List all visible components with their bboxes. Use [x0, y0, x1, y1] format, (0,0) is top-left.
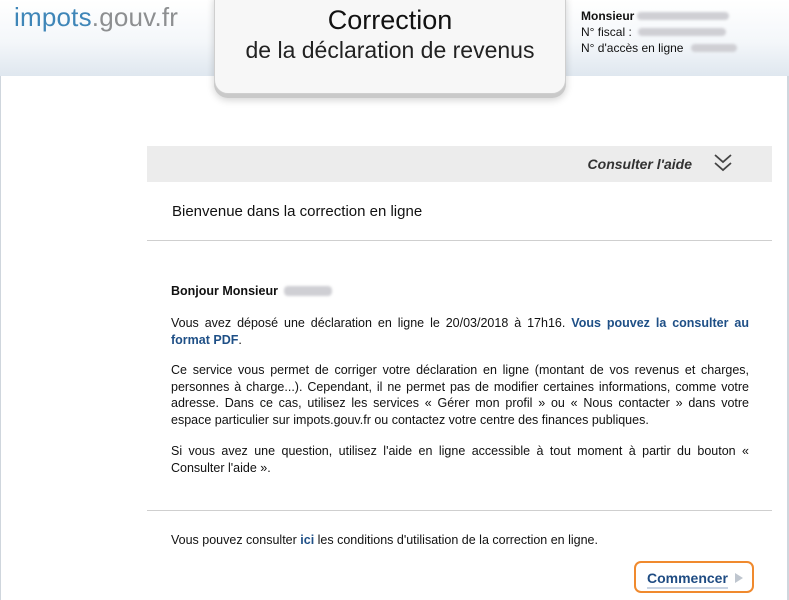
terms-link[interactable]: ici	[300, 533, 314, 547]
impots-logo[interactable]: impots.gouv.fr	[14, 2, 178, 33]
terms-suffix: les conditions d'utilisation de la corre…	[317, 533, 598, 547]
divider	[147, 510, 772, 511]
content-frame-left-border	[0, 76, 1, 600]
service-paragraph: Ce service vous permet de corriger votre…	[171, 363, 749, 427]
taxpayer-info: Monsieur N° fiscal : N° d'accès en ligne	[581, 8, 738, 56]
terms-prefix: Vous pouvez consulter	[171, 533, 297, 547]
fiscal-number-label: N° fiscal :	[581, 25, 632, 39]
taxpayer-name-label: Monsieur	[581, 9, 635, 23]
greeting-text: Bonjour Monsieur	[171, 284, 278, 298]
deposit-text: Vous avez déposé une déclaration en lign…	[171, 316, 566, 330]
redacted-fiscal-number	[637, 28, 726, 36]
page-title: Correction	[327, 5, 453, 35]
welcome-heading: Bienvenue dans la correction en ligne	[172, 203, 423, 220]
help-bar: Consulter l'aide	[147, 146, 772, 182]
redacted-name	[637, 12, 730, 20]
access-number-label: N° d'accès en ligne	[581, 41, 684, 55]
page-title-box: Correction de la déclaration de revenus	[214, 0, 566, 94]
divider	[147, 240, 772, 241]
arrow-right-icon	[735, 573, 743, 583]
double-chevron-down-icon[interactable]	[713, 152, 733, 174]
start-button-label: Commencer	[647, 570, 728, 589]
consult-help-link[interactable]: Consulter l'aide	[588, 156, 692, 172]
start-button[interactable]: Commencer	[634, 561, 754, 593]
greeting: Bonjour Monsieur	[171, 284, 332, 298]
question-paragraph: Si vous avez une question, utilisez l'ai…	[171, 444, 749, 475]
deposit-end: .	[238, 332, 242, 347]
logo-part-impots: impots	[14, 2, 92, 32]
logo-part-gouv: .gouv.fr	[91, 2, 179, 32]
page-subtitle: de la déclaration de revenus	[245, 37, 535, 63]
redacted-access-number	[691, 44, 738, 52]
redacted-surname	[283, 286, 332, 296]
terms-line: Vous pouvez consulter ici les conditions…	[171, 533, 598, 547]
page-header: impots.gouv.fr Correction de la déclarat…	[0, 0, 789, 94]
deposit-paragraph: Vous avez déposé une déclaration en lign…	[171, 315, 749, 348]
